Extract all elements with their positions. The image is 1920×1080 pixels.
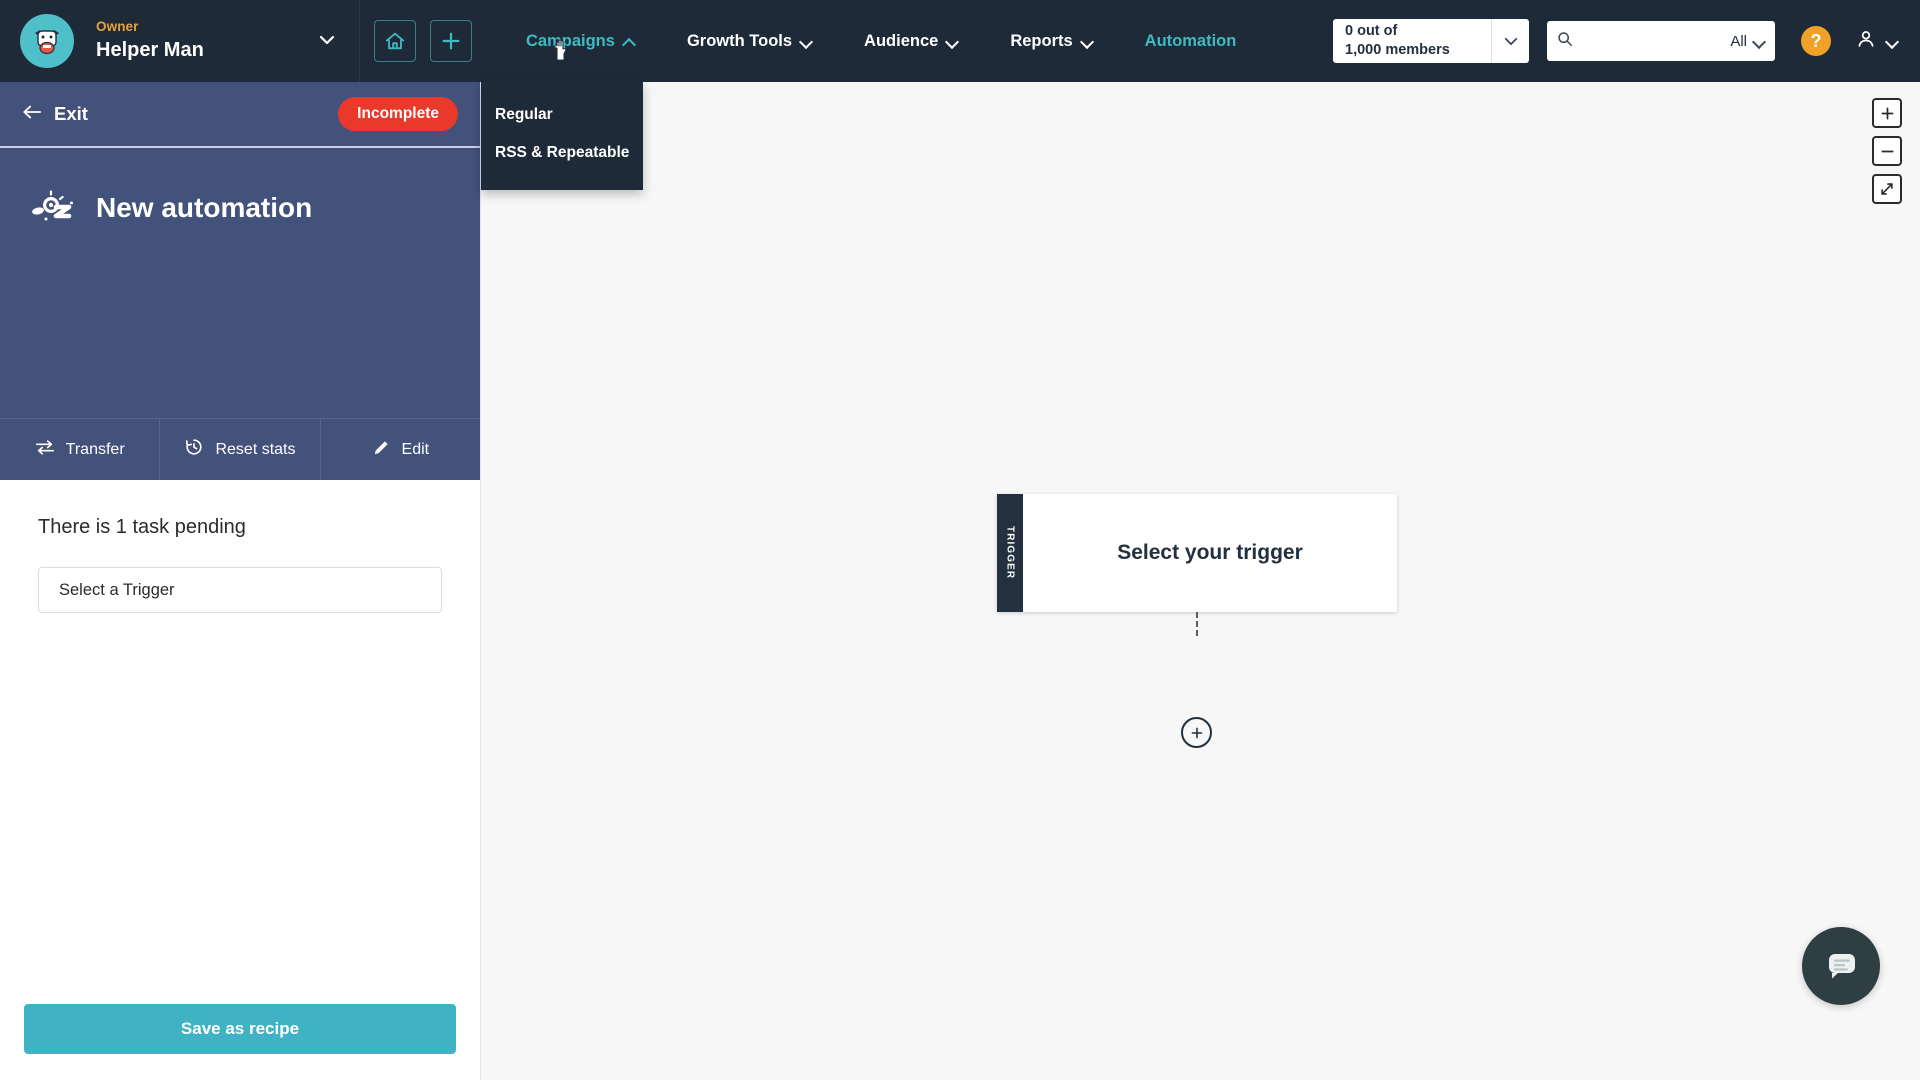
nav-item-reports-label: Reports xyxy=(1010,31,1073,50)
search-scope-label: All xyxy=(1730,32,1747,50)
avatar xyxy=(20,14,74,68)
campaigns-menu-item-regular[interactable]: Regular xyxy=(481,96,643,134)
account-menu[interactable] xyxy=(1855,28,1898,55)
edit-button[interactable]: Edit xyxy=(321,419,480,480)
chevron-up-icon xyxy=(624,36,635,47)
automation-title: New automation xyxy=(96,192,313,223)
home-button[interactable] xyxy=(374,20,416,62)
nav-item-growth-tools[interactable]: Growth Tools xyxy=(661,0,838,82)
search-icon xyxy=(1557,31,1573,52)
help-button-label: ? xyxy=(1810,30,1822,51)
primary-nav: Campaigns Growth Tools Audience Reports … xyxy=(500,0,1262,82)
top-navigation-bar: Owner Helper Man Campaigns Growth Tools … xyxy=(0,0,1920,82)
panel-hero: New automation xyxy=(0,148,480,418)
chevron-down-icon xyxy=(947,36,958,47)
save-as-recipe-button[interactable]: Save as recipe xyxy=(24,1004,456,1054)
chevron-down-icon xyxy=(1887,36,1898,47)
exit-button-label: Exit xyxy=(54,103,88,124)
edit-button-label: Edit xyxy=(401,440,430,458)
member-count-selector[interactable]: 0 out of 1,000 members xyxy=(1333,19,1529,63)
chevron-down-icon xyxy=(1082,36,1093,47)
task-status-text: There is 1 task pending xyxy=(38,516,246,538)
zoom-in-button[interactable] xyxy=(1872,98,1902,128)
nav-item-automation[interactable]: Automation xyxy=(1119,0,1263,82)
automation-wand-icon xyxy=(30,190,74,231)
history-clock-icon xyxy=(184,437,204,462)
nav-item-growth-tools-label: Growth Tools xyxy=(686,31,793,50)
search-bar[interactable]: All xyxy=(1547,21,1775,61)
panel-toolbar: Transfer Reset stats Edit xyxy=(0,418,480,480)
trigger-node-tab: TRIGGER xyxy=(997,494,1023,612)
nav-item-campaigns-label: Campaigns xyxy=(526,31,615,50)
chat-bubble-icon xyxy=(1829,954,1855,979)
chat-support-button[interactable] xyxy=(1802,927,1880,1005)
chevron-down-icon xyxy=(319,32,335,50)
automation-side-panel: Exit Incomplete New automation Transfer … xyxy=(0,82,481,1080)
fit-screen-button[interactable] xyxy=(1872,174,1902,204)
search-input[interactable] xyxy=(1579,33,1723,49)
create-button[interactable] xyxy=(430,20,472,62)
arrow-left-icon xyxy=(22,103,42,125)
nav-item-automation-label: Automation xyxy=(1144,31,1237,50)
account-name-label: Helper Man xyxy=(96,38,204,61)
automation-canvas[interactable]: TRIGGER Select your trigger xyxy=(481,82,1920,1080)
chevron-down-icon xyxy=(801,36,812,47)
help-button[interactable]: ? xyxy=(1801,26,1831,56)
reset-stats-button[interactable]: Reset stats xyxy=(160,419,321,480)
account-switcher[interactable]: Owner Helper Man xyxy=(0,0,360,82)
nav-item-audience-label: Audience xyxy=(864,31,939,50)
reset-stats-button-label: Reset stats xyxy=(215,440,296,458)
campaigns-dropdown-menu: Regular RSS & Repeatable xyxy=(481,82,643,190)
person-icon xyxy=(1855,28,1877,55)
search-scope-selector[interactable]: All xyxy=(1722,33,1765,50)
zoom-out-button[interactable] xyxy=(1872,136,1902,166)
transfer-button-label: Transfer xyxy=(65,440,125,458)
add-step-button[interactable] xyxy=(1181,717,1212,748)
panel-body: There is 1 task pending Select a Trigger xyxy=(0,480,480,1004)
nav-item-reports[interactable]: Reports xyxy=(984,0,1118,82)
panel-footer: Save as recipe xyxy=(0,1004,480,1080)
nav-item-audience[interactable]: Audience xyxy=(838,0,984,82)
pencil-icon xyxy=(372,438,391,462)
trigger-node-tab-label: TRIGGER xyxy=(1004,526,1016,580)
trigger-node-title: Select your trigger xyxy=(1117,541,1303,564)
transfer-icon xyxy=(35,438,55,461)
transfer-button[interactable]: Transfer xyxy=(0,419,161,480)
select-trigger-button[interactable]: Select a Trigger xyxy=(38,567,442,613)
member-count-line1: 0 out of xyxy=(1345,23,1398,40)
nav-item-campaigns[interactable]: Campaigns xyxy=(500,0,661,82)
member-count-dropdown-button[interactable] xyxy=(1491,19,1529,63)
member-count-line2: 1,000 members xyxy=(1345,42,1450,58)
account-role-label: Owner xyxy=(96,19,139,35)
member-count-text: 0 out of 1,000 members xyxy=(1333,19,1491,63)
campaigns-menu-item-rss-repeatable[interactable]: RSS & Repeatable xyxy=(481,134,643,172)
exit-button[interactable]: Exit xyxy=(22,103,88,125)
status-badge: Incomplete xyxy=(338,97,458,131)
zoom-controls xyxy=(1872,98,1902,204)
panel-header: Exit Incomplete xyxy=(0,82,480,148)
chevron-down-icon xyxy=(1754,36,1765,47)
node-connector-line xyxy=(1196,612,1198,636)
trigger-node[interactable]: TRIGGER Select your trigger xyxy=(997,494,1397,612)
